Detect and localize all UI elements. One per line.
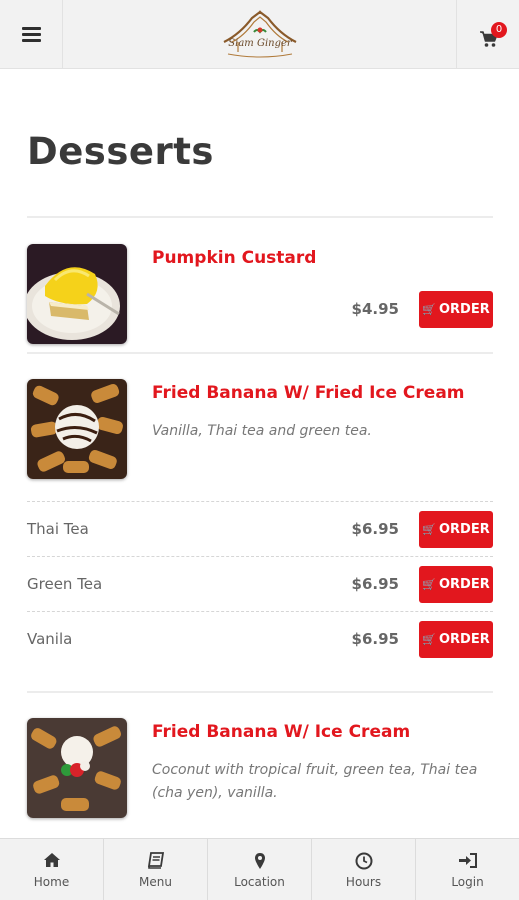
fried-banana-ice-cream-photo[interactable] <box>27 718 127 818</box>
variant-price: $6.95 <box>351 575 399 593</box>
order-button-label: ORDER <box>438 632 490 647</box>
order-button-green-tea[interactable]: 🛒 ORDER <box>419 566 493 603</box>
bottom-navigation: Home Menu Location Hours Login <box>0 838 519 900</box>
home-icon <box>43 853 60 867</box>
cart-icon: 🛒 <box>422 303 436 316</box>
variant-name-thai-tea: Thai Tea <box>27 520 89 538</box>
item-price: $4.95 <box>351 300 399 318</box>
cart-button[interactable]: 0 <box>456 0 519 68</box>
variant-price: $6.95 <box>351 520 399 538</box>
logo-roof-icon <box>223 10 297 58</box>
variant-price: $6.95 <box>351 630 399 648</box>
item-description-line-1: Coconut with tropical fruit, green tea, … <box>152 762 478 778</box>
sign-in-icon <box>458 853 477 868</box>
nav-label: Home <box>33 875 70 889</box>
divider <box>27 352 493 354</box>
cart-count-badge: 0 <box>491 22 507 38</box>
item-description: Vanilla, Thai tea and green tea. <box>152 423 372 439</box>
nav-location[interactable]: Location <box>208 839 312 900</box>
fried-banana-fried-ice-cream-photo[interactable] <box>27 379 127 479</box>
item-name-pumpkin-custard[interactable]: Pumpkin Custard <box>152 248 316 268</box>
order-button-thai-tea[interactable]: 🛒 ORDER <box>419 511 493 548</box>
cart-icon: 🛒 <box>422 578 436 591</box>
item-name-fried-banana-ice-cream[interactable]: Fried Banana W/ Ice Cream <box>152 722 410 742</box>
nav-label: Menu <box>139 875 172 889</box>
logo-text: Siam Ginger <box>228 38 292 49</box>
nav-label: Login <box>451 875 484 889</box>
menu-button[interactable] <box>0 0 63 68</box>
item-description-line-2: (cha yen), vanilla. <box>152 785 278 801</box>
clock-icon <box>355 852 372 870</box>
order-button-label: ORDER <box>438 522 490 537</box>
divider <box>27 691 493 693</box>
variant-name-green-tea: Green Tea <box>27 575 103 593</box>
map-pin-icon <box>254 853 265 869</box>
cart-icon: 🛒 <box>422 633 436 646</box>
cart-icon: 🛒 <box>422 523 436 536</box>
hamburger-menu-icon <box>21 26 41 42</box>
order-button-label: ORDER <box>438 577 490 592</box>
item-name-fried-banana-fried-ice-cream[interactable]: Fried Banana W/ Fried Ice Cream <box>152 383 465 403</box>
nav-label: Hours <box>345 875 382 889</box>
variant-divider <box>27 556 493 557</box>
nav-menu[interactable]: Menu <box>104 839 208 900</box>
nav-hours[interactable]: Hours <box>312 839 416 900</box>
book-icon <box>147 852 164 869</box>
page-title: Desserts <box>27 130 214 173</box>
nav-home[interactable]: Home <box>0 839 104 900</box>
order-button-vanila[interactable]: 🛒 ORDER <box>419 621 493 658</box>
restaurant-logo[interactable]: Siam Ginger <box>210 8 310 60</box>
top-bar: Siam Ginger 0 <box>0 0 519 69</box>
divider <box>27 216 493 218</box>
variant-name-vanila: Vanila <box>27 630 73 648</box>
pumpkin-custard-photo[interactable] <box>27 244 127 344</box>
order-button-pumpkin-custard[interactable]: 🛒 ORDER <box>419 291 493 328</box>
variant-divider <box>27 501 493 502</box>
order-button-label: ORDER <box>438 302 490 317</box>
variant-divider <box>27 611 493 612</box>
nav-label: Location <box>234 875 285 889</box>
nav-login[interactable]: Login <box>416 839 519 900</box>
